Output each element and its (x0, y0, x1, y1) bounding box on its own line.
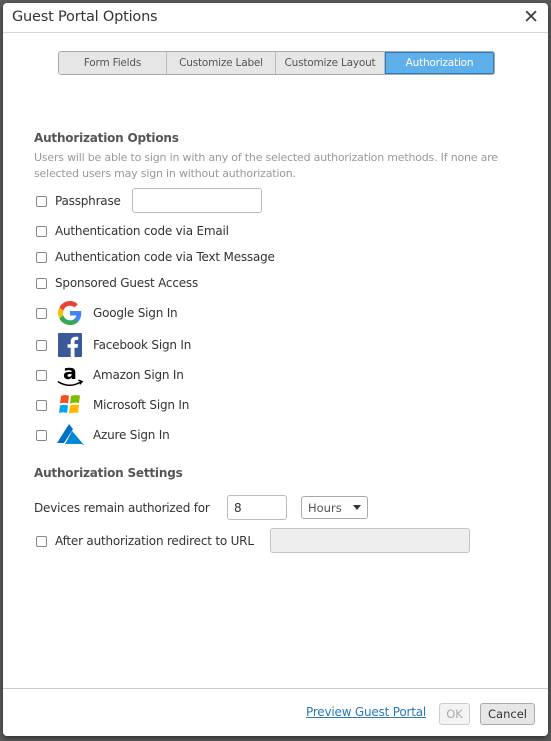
ok-button[interactable]: OK (439, 703, 470, 725)
authorization-options-heading: Authorization Options (34, 131, 179, 145)
passphrase-label: Passphrase (55, 194, 121, 208)
duration-unit-select[interactable]: Hours (301, 496, 368, 519)
tab-authorization[interactable]: Authorization (385, 52, 494, 74)
text-message-code-row: Authentication code via Text Message (36, 246, 275, 268)
text-message-code-label: Authentication code via Text Message (55, 250, 275, 264)
dialog-header: Guest Portal Options ✕ (3, 3, 548, 33)
google-sign-in-checkbox[interactable] (36, 307, 47, 319)
azure-sign-in-label: Azure Sign In (93, 428, 170, 442)
facebook-sign-in-checkbox[interactable] (36, 339, 47, 351)
chevron-down-icon (353, 505, 361, 510)
dialog-footer: Preview Guest Portal OK Cancel (3, 688, 548, 736)
microsoft-sign-in-label: Microsoft Sign In (93, 398, 190, 412)
guest-portal-options-dialog: Guest Portal Options ✕ Form Fields Custo… (3, 3, 548, 736)
microsoft-sign-in-checkbox[interactable] (36, 399, 47, 411)
amazon-sign-in-row: a Amazon Sign In (36, 360, 184, 389)
email-code-row: Authentication code via Email (36, 220, 229, 242)
amazon-icon: a (55, 360, 85, 389)
azure-icon (55, 421, 85, 449)
tab-form-fields[interactable]: Form Fields (59, 52, 167, 74)
azure-sign-in-checkbox[interactable] (36, 429, 47, 441)
duration-input[interactable]: 8 (227, 495, 287, 520)
azure-sign-in-row: Azure Sign In (36, 424, 170, 446)
facebook-icon (55, 331, 85, 359)
amazon-sign-in-label: Amazon Sign In (93, 368, 184, 382)
google-icon (55, 299, 85, 327)
cancel-button[interactable]: Cancel (480, 703, 535, 725)
tab-customize-layout[interactable]: Customize Layout (276, 52, 385, 74)
sponsored-guest-checkbox[interactable] (36, 277, 47, 289)
passphrase-input[interactable] (132, 188, 262, 213)
redirect-url-input[interactable] (270, 528, 470, 553)
email-code-label: Authentication code via Email (55, 224, 229, 238)
redirect-label: After authorization redirect to URL (55, 534, 254, 548)
facebook-sign-in-label: Facebook Sign In (93, 338, 192, 352)
duration-unit-value: Hours (308, 500, 342, 515)
google-sign-in-row: Google Sign In (36, 299, 178, 327)
google-sign-in-label: Google Sign In (93, 306, 178, 320)
authorization-settings-heading: Authorization Settings (34, 466, 183, 480)
tab-customize-label[interactable]: Customize Label (167, 52, 276, 74)
passphrase-row: Passphrase (36, 190, 121, 212)
tab-bar: Form Fields Customize Label Customize La… (58, 51, 495, 75)
redirect-row: After authorization redirect to URL (36, 530, 254, 552)
passphrase-checkbox[interactable] (36, 195, 47, 207)
microsoft-icon (55, 391, 85, 419)
duration-label: Devices remain authorized for (34, 501, 210, 515)
redirect-checkbox[interactable] (36, 535, 47, 547)
email-code-checkbox[interactable] (36, 225, 47, 237)
text-message-code-checkbox[interactable] (36, 251, 47, 263)
svg-text:a: a (63, 360, 77, 384)
sponsored-guest-row: Sponsored Guest Access (36, 272, 198, 294)
close-icon[interactable]: ✕ (523, 6, 539, 28)
amazon-sign-in-checkbox[interactable] (36, 369, 47, 381)
duration-row: Devices remain authorized for (34, 497, 210, 519)
preview-guest-portal-link[interactable]: Preview Guest Portal (306, 705, 426, 719)
sponsored-guest-label: Sponsored Guest Access (55, 276, 198, 290)
authorization-options-description: Users will be able to sign in with any o… (34, 151, 498, 180)
microsoft-sign-in-row: Microsoft Sign In (36, 394, 189, 416)
dialog-title: Guest Portal Options (12, 9, 158, 25)
facebook-sign-in-row: Facebook Sign In (36, 331, 192, 359)
